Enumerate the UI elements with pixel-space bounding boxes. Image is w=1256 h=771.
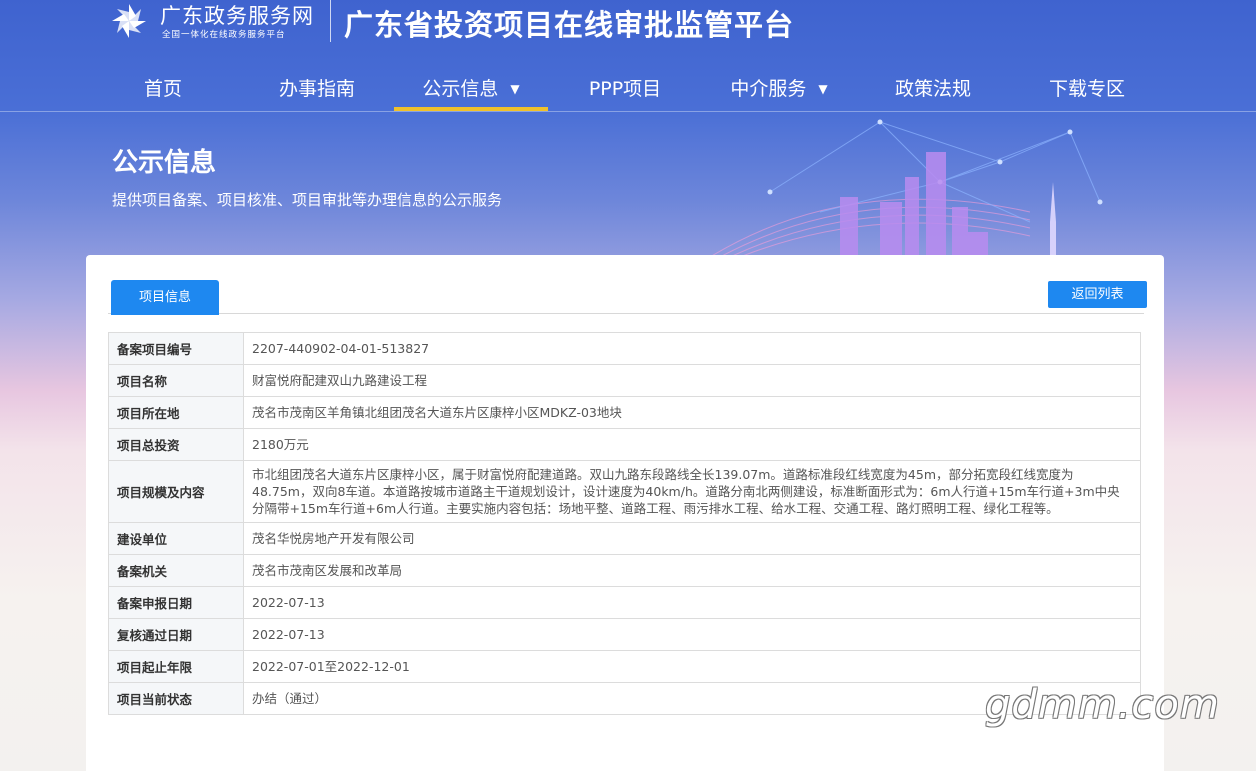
platform-title: 广东省投资项目在线审批监管平台 — [344, 8, 795, 42]
nav-item-policies[interactable]: 政策法规 — [856, 70, 1010, 111]
field-label: 项目起止年限 — [108, 650, 244, 683]
site-header: 广东政务服务网 全国一体化在线政务服务平台 广东省投资项目在线审批监管平台 首页… — [0, 0, 1256, 112]
table-row: 复核通过日期 2022-07-13 — [108, 618, 1141, 651]
brand-name[interactable]: 广东政务服务网 — [160, 0, 314, 30]
nav-item-home[interactable]: 首页 — [86, 70, 240, 111]
nav-label: 公示信息 — [422, 78, 499, 100]
table-row: 项目总投资 2180万元 — [108, 428, 1141, 461]
field-label: 项目所在地 — [108, 396, 244, 429]
nav-label: 中介服务 — [730, 78, 807, 100]
field-value: 2022-07-13 — [243, 586, 1141, 619]
nav-label: 下载专区 — [1048, 78, 1125, 100]
field-label: 项目总投资 — [108, 428, 244, 461]
pinwheel-logo-icon[interactable] — [108, 0, 150, 42]
logo-divider — [330, 0, 331, 42]
field-value: 财富悦府配建双山九路建设工程 — [243, 364, 1141, 397]
caret-down-icon: ▼ — [818, 82, 828, 96]
field-label: 备案项目编号 — [108, 332, 244, 365]
field-value: 茂名华悦房地产开发有限公司 — [243, 522, 1141, 555]
nav-label: PPP项目 — [588, 78, 662, 100]
nav-item-downloads[interactable]: 下载专区 — [1010, 70, 1164, 111]
field-label: 项目名称 — [108, 364, 244, 397]
project-info-table: 备案项目编号 2207-440902-04-01-513827 项目名称 财富悦… — [108, 332, 1141, 715]
field-value: 市北组团茂名大道东片区康梓小区，属于财富悦府配建道路。双山九路东段路线全长139… — [243, 460, 1141, 523]
field-value: 茂名市茂南区发展和改革局 — [243, 554, 1141, 587]
tab-bar-line — [108, 313, 1144, 314]
banner-title: 公示信息 — [112, 148, 217, 178]
field-label: 复核通过日期 — [108, 618, 244, 651]
nav-label: 办事指南 — [278, 78, 355, 100]
brand-subtitle: 全国一体化在线政务服务平台 — [162, 30, 286, 40]
field-label: 备案机关 — [108, 554, 244, 587]
nav-label: 政策法规 — [894, 78, 971, 100]
nav-item-ppp[interactable]: PPP项目 — [548, 70, 702, 111]
field-value: 2180万元 — [243, 428, 1141, 461]
watermark: gdmm.com — [985, 682, 1220, 728]
banner-description: 提供项目备案、项目核准、项目审批等办理信息的公示服务 — [112, 191, 503, 209]
table-row: 备案机关 茂名市茂南区发展和改革局 — [108, 554, 1141, 587]
table-row: 项目所在地 茂名市茂南区羊角镇北组团茂名大道东片区康梓小区MDKZ-03地块 — [108, 396, 1141, 429]
field-value: 2022-07-01至2022-12-01 — [243, 650, 1141, 683]
table-row: 项目规模及内容 市北组团茂名大道东片区康梓小区，属于财富悦府配建道路。双山九路东… — [108, 460, 1141, 523]
field-value: 茂名市茂南区羊角镇北组团茂名大道东片区康梓小区MDKZ-03地块 — [243, 396, 1141, 429]
field-label: 建设单位 — [108, 522, 244, 555]
table-row: 备案项目编号 2207-440902-04-01-513827 — [108, 332, 1141, 365]
city-skyline-decoration — [709, 119, 1103, 257]
field-label: 项目当前状态 — [108, 682, 244, 715]
nav-item-guide[interactable]: 办事指南 — [240, 70, 394, 111]
back-to-list-button[interactable]: 返回列表 — [1048, 281, 1147, 308]
table-row: 项目起止年限 2022-07-01至2022-12-01 — [108, 650, 1141, 683]
nav-item-public-info[interactable]: 公示信息 ▼ — [394, 70, 548, 111]
table-row: 建设单位 茂名华悦房地产开发有限公司 — [108, 522, 1141, 555]
field-value: 2022-07-13 — [243, 618, 1141, 651]
field-label: 项目规模及内容 — [108, 460, 244, 523]
nav-item-agency-services[interactable]: 中介服务 ▼ — [702, 70, 856, 111]
nav-label: 首页 — [143, 78, 182, 100]
caret-down-icon: ▼ — [510, 82, 520, 96]
table-row: 备案申报日期 2022-07-13 — [108, 586, 1141, 619]
table-row: 项目名称 财富悦府配建双山九路建设工程 — [108, 364, 1141, 397]
tab-project-info[interactable]: 项目信息 — [111, 280, 219, 315]
field-label: 备案申报日期 — [108, 586, 244, 619]
field-value: 2207-440902-04-01-513827 — [243, 332, 1141, 365]
